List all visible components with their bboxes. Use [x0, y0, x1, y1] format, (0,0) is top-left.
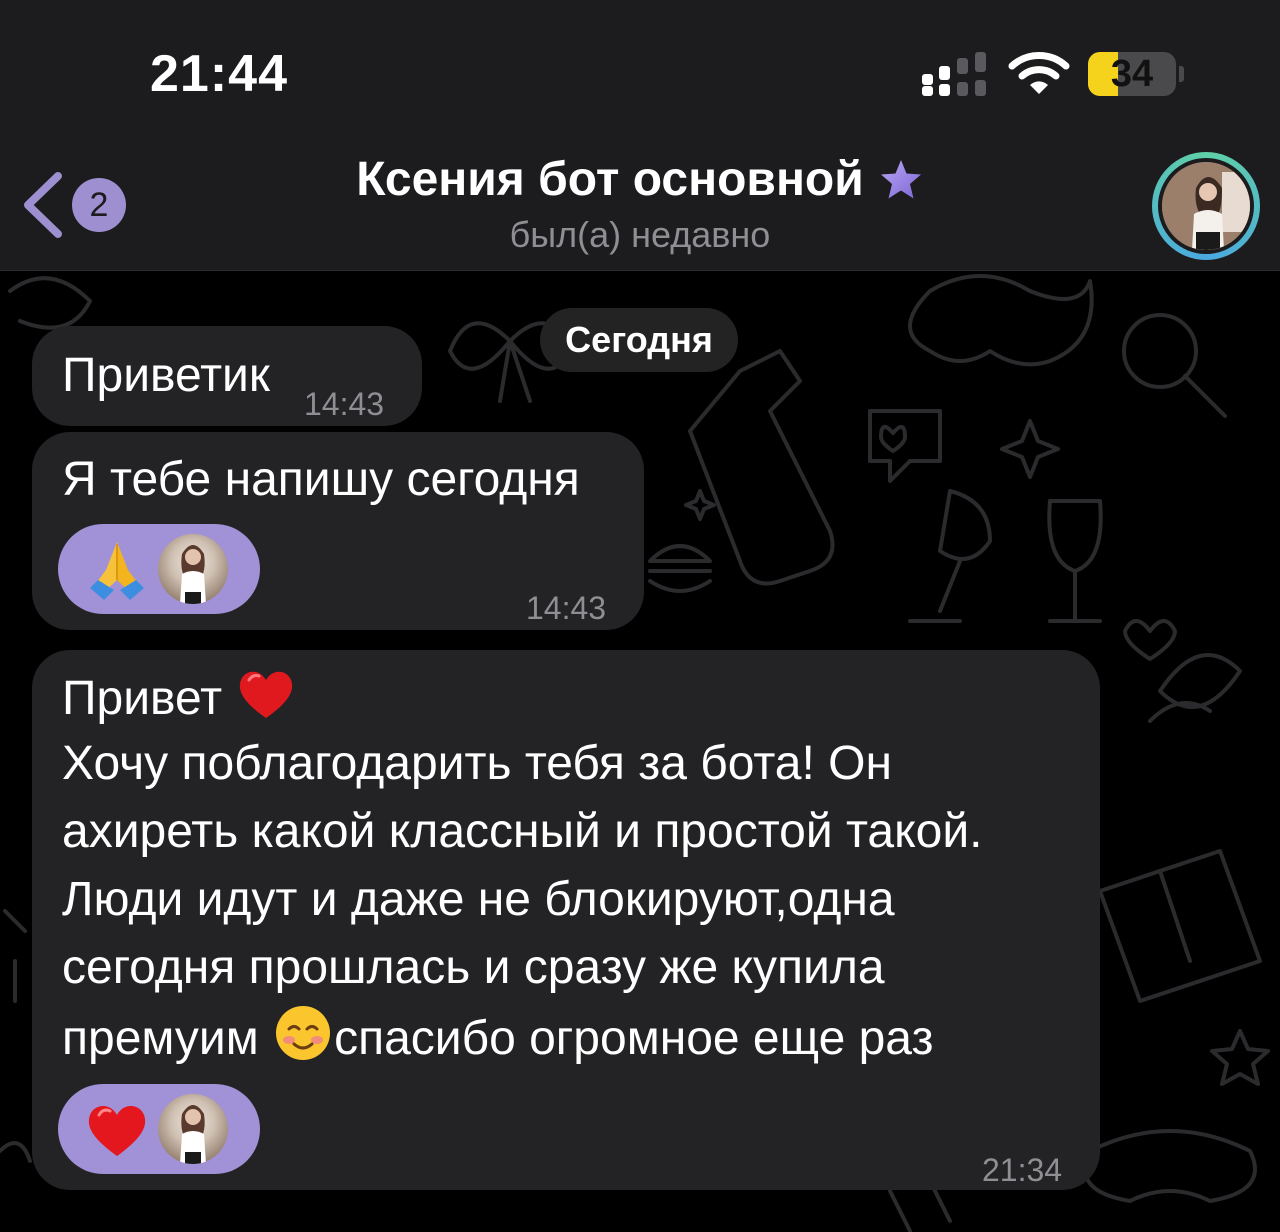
chat-title-area[interactable]: Ксения бот основной: [0, 152, 1280, 207]
message-line-text: премуим: [62, 1012, 259, 1065]
status-time: 21:44: [150, 45, 288, 103]
message-line: премуим спасибо огромное еще раз: [62, 1002, 1092, 1070]
person-photo-icon: [1162, 162, 1250, 250]
message-time: 14:43: [526, 590, 607, 626]
person-photo-icon: [180, 545, 206, 604]
wifi-icon: [1008, 52, 1070, 94]
message-bubble[interactable]: Привет Хочу поблагодарить тебя за бота! …: [32, 650, 1100, 1190]
reactor-avatar: [158, 534, 228, 604]
person-photo-icon: [180, 1105, 206, 1164]
profile-avatar[interactable]: [1152, 152, 1260, 260]
date-divider: Сегодня: [540, 308, 738, 372]
reaction-chip[interactable]: [58, 524, 260, 614]
message-text: Приветик: [62, 349, 270, 402]
message-line: Хочу поблагодарить тебя за бота! Он: [62, 737, 893, 790]
smiling-face-icon: [276, 1006, 331, 1060]
chat-header: 21:44 34 2 Ксения бот основной был(а) не…: [0, 0, 1280, 271]
last-seen-status: был(а) недавно: [509, 214, 771, 255]
battery-tip: [1179, 66, 1184, 82]
message-time: 21:34: [982, 1152, 1063, 1188]
avatar-ring: [1158, 158, 1254, 254]
message-bubble[interactable]: Приветик 14:43: [32, 326, 422, 426]
chat-title: Ксения бот основной: [356, 153, 864, 206]
reactor-avatar: [158, 1094, 228, 1164]
message-bubble[interactable]: Я тебе напишу сегодня 14:43: [32, 432, 644, 630]
battery-icon: 34: [1088, 52, 1176, 96]
red-heart-icon: [240, 671, 293, 718]
message-line-text: спасибо огромное еще раз: [334, 1012, 934, 1065]
premium-star-icon: [880, 159, 921, 198]
message-text: Я тебе напишу сегодня: [62, 453, 580, 506]
avatar-photo: [1162, 162, 1250, 250]
message-line: Привет: [62, 662, 1092, 730]
red-heart-icon: [88, 1105, 146, 1156]
message-line: сегодня прошлась и сразу же купила: [62, 941, 885, 994]
message-time: 14:43: [304, 386, 385, 422]
message-line: ахиреть какой классный и простой такой.: [62, 805, 983, 858]
reaction-chip[interactable]: [58, 1084, 260, 1174]
message-line-text: Привет: [62, 672, 223, 725]
cellular-signal-icon: [922, 52, 986, 96]
battery-percentage: 34: [1110, 52, 1154, 95]
folded-hands-icon: [90, 542, 144, 600]
message-text: Привет Хочу поблагодарить тебя за бота! …: [62, 662, 1092, 1070]
message-line: Люди идут и даже не блокируют,одна: [62, 873, 895, 926]
